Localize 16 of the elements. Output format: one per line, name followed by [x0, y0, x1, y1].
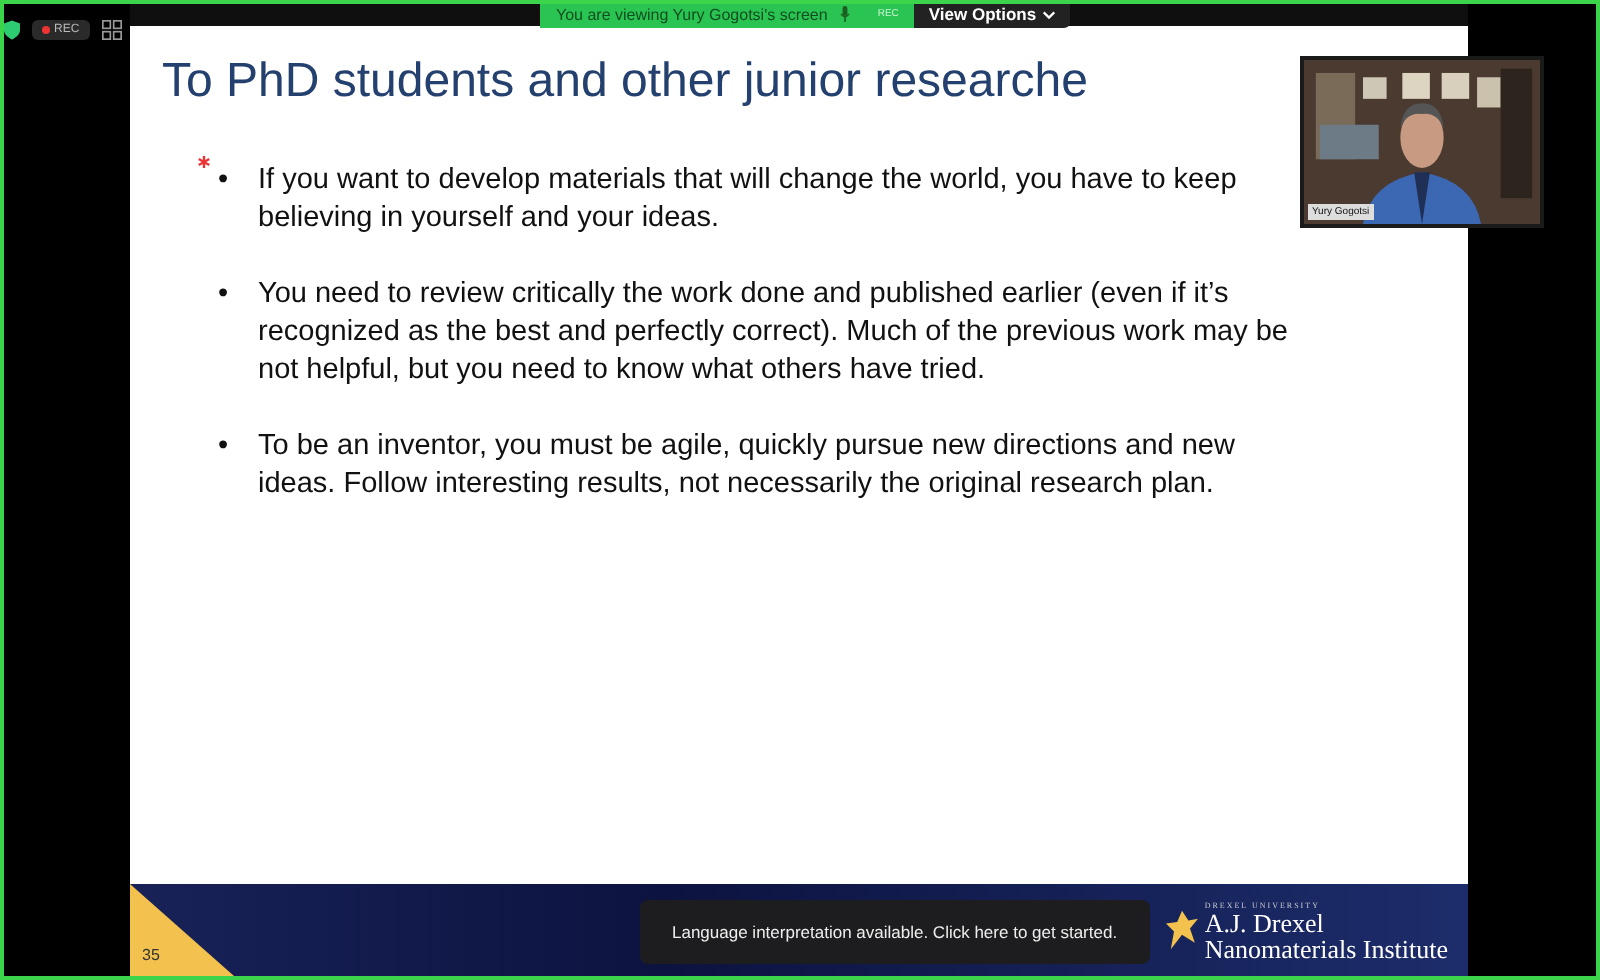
interpretation-tooltip[interactable]: Language interpretation available. Click here to get started.	[640, 900, 1150, 964]
institute-name-line: Nanomaterials Institute	[1204, 935, 1448, 961]
banner-text: You are viewing Yury Gogotsi's screen	[556, 5, 828, 23]
bullet-marker: •	[218, 276, 231, 314]
grid-icon[interactable]	[101, 20, 122, 40]
bullet-text: If you want to develop materials that will change the world, you have to keep believing in yourself and your ideas.	[258, 162, 1239, 238]
chevron-icon	[1042, 9, 1057, 19]
view-options-button[interactable]: View Options	[914, 4, 1071, 28]
bullet-text: To be an inventor, you must be agile, quickly pursue new directions and new ideas. Follow interesting results, not necessarily the original research plan.	[258, 428, 1237, 504]
bullet-marker: •	[218, 428, 231, 466]
shield-icon	[4, 20, 20, 40]
institute-name-line: A.J. Drexel	[1204, 909, 1326, 935]
slide-title: To PhD students and other junior researche	[162, 54, 1090, 110]
microphone-icon	[839, 6, 850, 22]
bullet-marker: •	[218, 162, 231, 200]
bullet-text: You need to review critically the work done and published earlier (even if it’s recognized as the best and perfectly correct). Much of the previous work may be not helpful, but you need to know what others have tried.	[258, 276, 1290, 390]
